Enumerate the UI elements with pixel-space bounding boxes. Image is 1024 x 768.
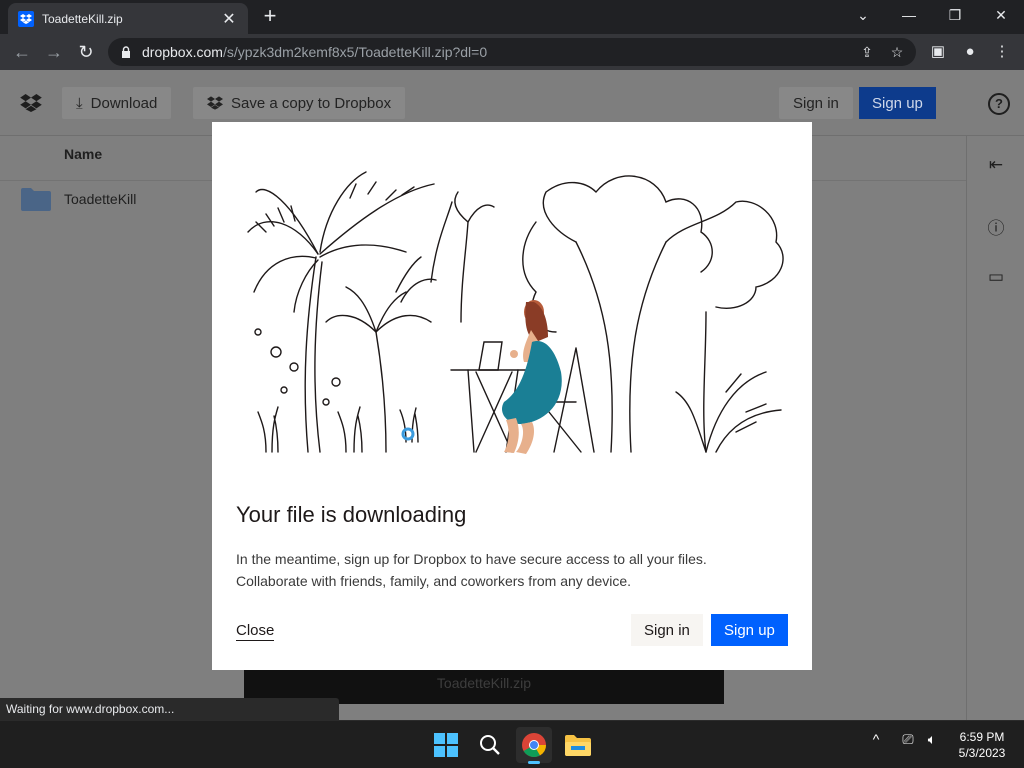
taskbar-clock[interactable]: 6:59 PM 5/3/2023	[950, 729, 1014, 761]
header-sign-in-label: Sign in	[793, 94, 839, 112]
info-icon[interactable]: ⓘ	[983, 216, 1009, 242]
browser-tab[interactable]: ToadetteKill.zip ✕	[8, 3, 248, 34]
clock-time: 6:59 PM	[959, 730, 1005, 744]
right-rail: ⇤ ⓘ ▭	[966, 136, 1024, 720]
tray-chevron-icon[interactable]: ^	[864, 731, 888, 747]
preview-filename: ToadetteKill.zip	[436, 675, 532, 691]
lock-icon	[122, 46, 130, 58]
new-tab-icon[interactable]: +	[259, 5, 281, 27]
browser-toolbar: ← → ↻ dropbox.com/s/ypzk3dm2kemf8x5/Toad…	[0, 34, 1024, 70]
forward-icon[interactable]: →	[42, 40, 66, 64]
search-icon[interactable]	[472, 727, 508, 763]
comment-icon[interactable]: ▭	[983, 264, 1009, 290]
modal-body-line1: In the meantime, sign up for Dropbox to …	[236, 551, 707, 567]
reload-icon[interactable]: ↻	[74, 40, 98, 64]
tab-close-icon[interactable]: ✕	[220, 9, 238, 29]
windows-taskbar: ^ ⎚ 🔈︎ 6:59 PM 5/3/2023	[0, 720, 1024, 768]
folder-icon	[21, 188, 51, 211]
status-bubble: Waiting for www.dropbox.com...	[0, 698, 339, 720]
file-row-name[interactable]: ToadetteKill	[64, 191, 136, 207]
browser-tabstrip: ToadetteKill.zip ✕ + ⌄ — ❐ ✕	[0, 0, 1024, 34]
url-path: /s/ypzk3dm2kemf8x5/ToadetteKill.zip?dl=0	[222, 44, 488, 60]
modal-close-link[interactable]: Close	[236, 622, 275, 641]
window-close-icon[interactable]: ✕	[978, 0, 1024, 30]
file-explorer-icon[interactable]	[560, 727, 596, 763]
address-bar[interactable]: dropbox.com/s/ypzk3dm2kemf8x5/ToadetteKi…	[108, 38, 916, 66]
header-sign-up-button[interactable]: Sign up	[859, 87, 936, 119]
modal-sign-up-button[interactable]: Sign up	[711, 614, 788, 646]
chrome-taskbar-icon[interactable]	[516, 727, 552, 764]
windows-start-icon[interactable]	[428, 727, 464, 763]
network-icon[interactable]: ⎚	[896, 731, 920, 748]
active-indicator	[528, 761, 540, 764]
help-icon[interactable]: ?	[988, 93, 1010, 115]
download-icon: ⤓	[76, 94, 83, 112]
back-icon[interactable]: ←	[10, 40, 34, 64]
modal-body-line2: Collaborate with friends, family, and co…	[236, 573, 632, 589]
volume-icon[interactable]: 🔈︎	[920, 731, 944, 748]
dropbox-logo-icon[interactable]	[20, 94, 42, 112]
save-copy-label: Save a copy to Dropbox	[231, 94, 392, 112]
bookmark-star-icon[interactable]: ☆	[886, 41, 908, 63]
profile-icon[interactable]: ●	[958, 40, 982, 64]
url-text: dropbox.com/s/ypzk3dm2kemf8x5/ToadetteKi…	[142, 44, 856, 60]
column-header-name[interactable]: Name	[64, 146, 102, 162]
modal-sign-in-label: Sign in	[644, 621, 690, 639]
share-icon[interactable]: ⇪	[856, 41, 878, 63]
dropbox-icon	[207, 96, 223, 110]
modal-title: Your file is downloading	[236, 502, 467, 527]
restore-icon[interactable]: ❐	[932, 0, 978, 30]
modal-body: In the meantime, sign up for Dropbox to …	[236, 548, 776, 592]
header-sign-in-button[interactable]: Sign in	[779, 87, 853, 119]
tab-search-icon[interactable]: ⌄	[840, 0, 886, 30]
dropbox-favicon-icon	[18, 10, 34, 27]
clock-date: 5/3/2023	[958, 746, 1006, 760]
save-copy-button[interactable]: Save a copy to Dropbox	[193, 87, 406, 119]
collapse-panel-icon[interactable]: ⇤	[983, 152, 1009, 178]
url-host: dropbox.com	[142, 44, 223, 60]
garden-illustration	[247, 171, 784, 454]
download-button[interactable]: ⤓ Download	[62, 87, 172, 119]
side-panel-icon[interactable]: ▣	[926, 40, 950, 64]
modal-sign-up-label: Sign up	[724, 621, 775, 639]
download-label: Download	[90, 94, 158, 112]
download-modal: Your file is downloading In the meantime…	[212, 122, 812, 670]
menu-kebab-icon[interactable]: ⋮	[990, 40, 1014, 64]
header-sign-up-label: Sign up	[872, 94, 923, 112]
dropbox-page: ⤓ Download Save a copy to Dropbox Sign i…	[0, 70, 1024, 720]
tab-title: ToadetteKill.zip	[42, 11, 123, 26]
modal-sign-in-button[interactable]: Sign in	[631, 614, 703, 646]
minimize-icon[interactable]: —	[886, 0, 932, 30]
